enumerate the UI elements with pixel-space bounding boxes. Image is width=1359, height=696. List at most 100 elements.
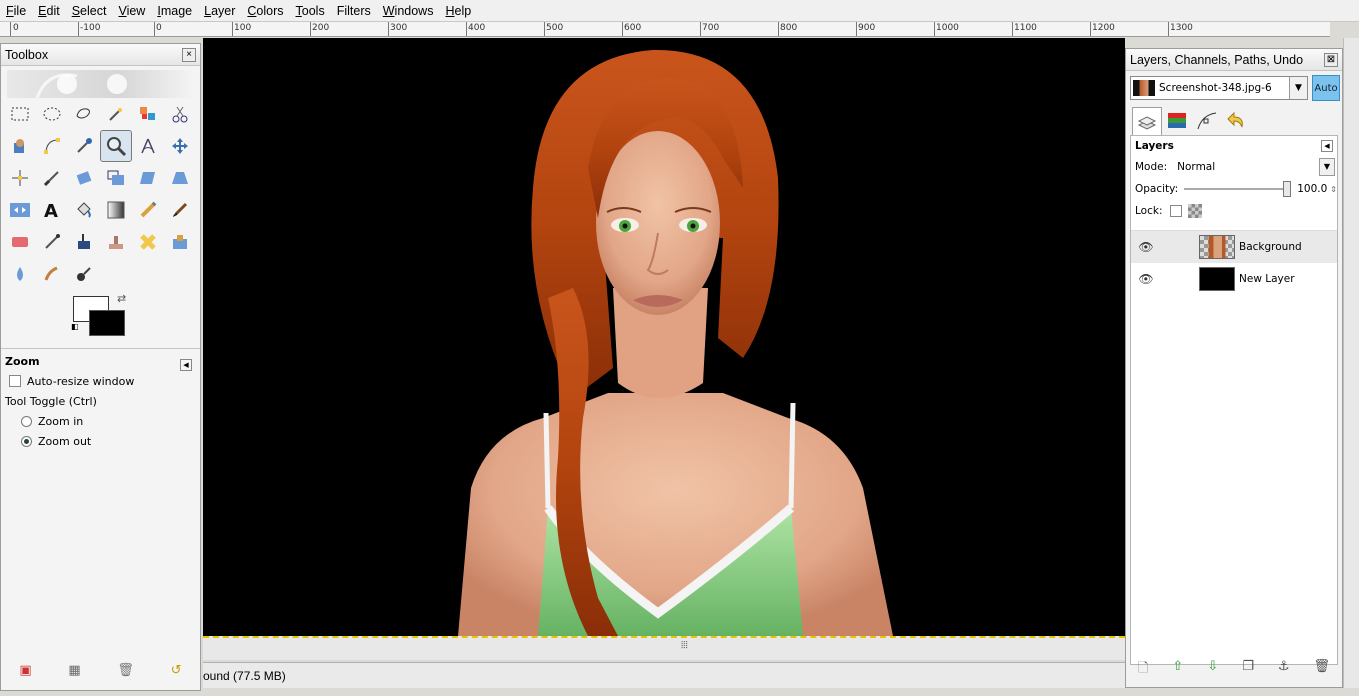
swap-colors-icon[interactable]: ⇄ (117, 292, 126, 305)
image-combo[interactable]: Screenshot-348.jpg-6 ▼ (1130, 76, 1308, 100)
paths-icon[interactable] (36, 130, 68, 162)
menu-windows[interactable]: Windows (377, 0, 440, 22)
tab-undo-icon[interactable] (1222, 107, 1252, 135)
move-icon[interactable] (164, 130, 196, 162)
ruler-label: 1100 (1014, 23, 1037, 33)
opacity-slider-handle[interactable] (1283, 181, 1292, 197)
image-canvas[interactable] (203, 38, 1125, 636)
auto-resize-option[interactable]: Auto-resize window (5, 371, 196, 391)
blur-icon[interactable] (4, 258, 36, 290)
duplicate-layer-icon[interactable]: ❐ (1242, 659, 1254, 681)
reset-colors-icon[interactable]: ◧ (71, 322, 79, 331)
layers-dock-titlebar[interactable]: Layers, Channels, Paths, Undo ⊠ (1126, 49, 1342, 71)
close-icon[interactable]: × (182, 48, 196, 62)
eraser-icon[interactable] (4, 226, 36, 258)
dodge-burn-icon[interactable] (68, 258, 100, 290)
auto-resize-checkbox[interactable] (9, 375, 21, 387)
crop-icon[interactable] (36, 162, 68, 194)
pencil-icon[interactable] (132, 194, 164, 226)
opacity-value[interactable]: 100.0 (1297, 183, 1327, 195)
chevron-down-icon[interactable]: ▼ (1319, 158, 1335, 176)
gimp-window: File Edit Select View Image Layer Colors… (0, 0, 1359, 696)
flip-icon[interactable] (4, 194, 36, 226)
menu-view[interactable]: View (112, 0, 151, 22)
foreground-select-icon[interactable] (4, 130, 36, 162)
configure-tab-icon[interactable]: ◀ (180, 359, 192, 371)
zoom-out-option[interactable]: Zoom out (5, 431, 196, 451)
tab-channels-icon[interactable] (1162, 107, 1192, 135)
menu-layer[interactable]: Layer (198, 0, 241, 22)
ellipse-select-icon[interactable] (36, 98, 68, 130)
scroll-grip-icon[interactable]: ⦙⦙⦙ (681, 640, 688, 651)
delete-options-icon[interactable]: 🗑︎ (117, 663, 134, 678)
eye-icon[interactable]: 👁︎ (1131, 240, 1161, 254)
restore-options-icon[interactable]: ▦ (68, 663, 80, 678)
tab-layers-icon[interactable] (1132, 107, 1162, 135)
configure-tab-icon[interactable]: ◀ (1321, 140, 1333, 152)
delete-layer-icon[interactable]: 🗑︎ (1313, 659, 1330, 681)
eye-icon[interactable]: 👁︎ (1131, 272, 1161, 286)
free-select-icon[interactable] (68, 98, 100, 130)
lock-alpha-icon[interactable] (1188, 204, 1203, 218)
chevron-down-icon[interactable]: ▼ (1289, 77, 1307, 99)
layer-thumbnail (1199, 235, 1235, 259)
select-by-color-icon[interactable] (132, 98, 164, 130)
clone-icon[interactable] (100, 226, 132, 258)
menu-tools[interactable]: Tools (290, 0, 331, 22)
layers-panel-title: Layers ◀ (1131, 136, 1337, 156)
toolbox-titlebar[interactable]: Toolbox × (1, 44, 200, 66)
lock-row: Lock: (1131, 200, 1337, 222)
layer-name: New Layer (1239, 273, 1295, 285)
bucket-fill-icon[interactable] (68, 194, 100, 226)
shear-icon[interactable] (132, 162, 164, 194)
menu-file[interactable]: File (0, 0, 32, 22)
background-color-swatch[interactable] (89, 310, 125, 336)
menu-image[interactable]: Image (151, 0, 198, 22)
menu-edit[interactable]: Edit (32, 0, 66, 22)
lower-layer-icon[interactable]: ⇩ (1207, 659, 1218, 681)
mode-select[interactable]: Normal ▼ (1177, 158, 1337, 176)
perspective-clone-icon[interactable] (164, 226, 196, 258)
zoom-in-radio[interactable] (21, 415, 32, 427)
measure-icon[interactable] (132, 130, 164, 162)
rotate-icon[interactable] (68, 162, 100, 194)
ink-icon[interactable] (68, 226, 100, 258)
blend-icon[interactable] (100, 194, 132, 226)
perspective-icon[interactable] (164, 162, 196, 194)
right-edge-scrollbar[interactable] (1343, 38, 1359, 688)
opacity-slider[interactable] (1184, 181, 1292, 197)
layer-row-background[interactable]: 👁︎ Background (1131, 231, 1337, 263)
lock-pixels-checkbox[interactable] (1170, 205, 1183, 217)
close-icon[interactable]: ⊠ (1324, 53, 1338, 67)
rect-select-icon[interactable] (4, 98, 36, 130)
align-icon[interactable] (4, 162, 36, 194)
auto-button[interactable]: Auto (1312, 75, 1340, 101)
scale-icon[interactable] (100, 162, 132, 194)
raise-layer-icon[interactable]: ⇧ (1172, 659, 1183, 681)
menu-help[interactable]: Help (439, 0, 477, 22)
anchor-layer-icon[interactable]: ⚓︎ (1278, 659, 1290, 681)
color-picker-icon[interactable] (68, 130, 100, 162)
zoom-in-option[interactable]: Zoom in (5, 411, 196, 431)
new-layer-icon[interactable]: 🗋︎ (1138, 659, 1148, 681)
paintbrush-icon[interactable] (164, 194, 196, 226)
canvas-bottom-scrollbar[interactable]: ⦙⦙⦙ (203, 636, 1125, 660)
scissors-icon[interactable] (164, 98, 196, 130)
zoom-out-radio[interactable] (21, 435, 32, 447)
menu-colors[interactable]: Colors (241, 0, 289, 22)
reset-options-icon[interactable]: ↺ (171, 663, 182, 678)
menu-filters[interactable]: Filters (331, 0, 377, 22)
spin-arrows-icon[interactable]: ⇕ (1330, 185, 1337, 194)
smudge-icon[interactable] (36, 258, 68, 290)
heal-icon[interactable] (132, 226, 164, 258)
fuzzy-select-icon[interactable] (100, 98, 132, 130)
horizontal-ruler[interactable]: 0 -100 0 100 200 300 400 500 600 700 800… (0, 22, 1330, 37)
layer-row-new-layer[interactable]: 👁︎ New Layer (1131, 263, 1337, 295)
zoom-icon[interactable] (100, 130, 132, 162)
text-icon[interactable]: A (36, 194, 68, 226)
tab-paths-icon[interactable] (1192, 107, 1222, 135)
tool-toggle-label: Tool Toggle (Ctrl) (5, 394, 97, 408)
airbrush-icon[interactable] (36, 226, 68, 258)
menu-select[interactable]: Select (66, 0, 113, 22)
save-options-icon[interactable]: ▣ (19, 663, 31, 678)
